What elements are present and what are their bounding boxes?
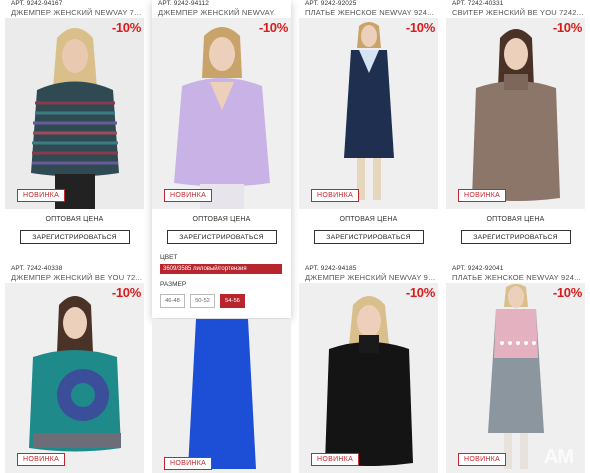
product-name[interactable]: ДЖЕМПЕР ЖЕНСКИЙ NEWVAY bbox=[152, 8, 291, 18]
product-name[interactable]: ПЛАТЬЕ ЖЕНСКОЕ NEWVAY 924... bbox=[299, 8, 438, 18]
article-number: АРТ. 9242-92041 bbox=[452, 265, 504, 272]
size-option-selected[interactable]: 54-56 bbox=[220, 294, 245, 308]
new-badge: НОВИНКА bbox=[311, 453, 360, 466]
discount-label: -10% bbox=[111, 20, 141, 35]
discount-label: -10% bbox=[552, 20, 582, 35]
article-number: АРТ. 7242-40331 bbox=[452, 0, 504, 7]
product-name[interactable]: ПЛАТЬЕ ЖЕНСКОЕ NEWVAY 924... bbox=[446, 273, 585, 283]
new-badge: НОВИНКА bbox=[164, 457, 213, 470]
register-button[interactable]: ЗАРЕГИСТРИРОВАТЬСЯ bbox=[19, 230, 130, 244]
discount-label: -10% bbox=[405, 285, 435, 300]
product-card[interactable]: АРТ. 9242-94112 ДЖЕМПЕР ЖЕНСКИЙ NEWVAY -… bbox=[152, 0, 291, 318]
register-button[interactable]: ЗАРЕГИСТРИРОВАТЬСЯ bbox=[166, 230, 277, 244]
wholesale-price-label: ОПТОВАЯ ЦЕНА bbox=[339, 216, 398, 223]
product-card[interactable]: АРТ. 9242-92041 ПЛАТЬЕ ЖЕНСКОЕ NEWVAY 92… bbox=[446, 265, 585, 473]
article-number: АРТ. 9242-94112 bbox=[158, 0, 209, 7]
product-name[interactable]: ДЖЕМПЕР ЖЕНСКИЙ NEWVAY 72... bbox=[5, 8, 144, 18]
size-option[interactable]: 50-52 bbox=[190, 294, 215, 308]
new-badge: НОВИНКА bbox=[311, 189, 360, 202]
product-photo[interactable]: -10% НОВИНКА bbox=[152, 18, 291, 209]
size-label: РАЗМЕР bbox=[160, 281, 187, 288]
watermark-logo: AM bbox=[543, 446, 574, 468]
article-number: АРТ. 7242-40338 bbox=[11, 265, 63, 272]
article-number: АРТ. 9242-94185 bbox=[305, 265, 357, 272]
new-badge: НОВИНКА bbox=[164, 189, 213, 202]
article-number: АРТ. 9242-94167 bbox=[11, 0, 63, 7]
new-badge: НОВИНКА bbox=[458, 189, 507, 202]
product-card[interactable]: АРТ. 9242-94185 ДЖЕМПЕР ЖЕНСКИЙ NEWVAY 9… bbox=[299, 265, 438, 473]
discount-label: -10% bbox=[552, 285, 582, 300]
product-photo[interactable]: НОВИНКА bbox=[152, 319, 291, 473]
product-name[interactable]: СВИТЕР ЖЕНСКИЙ BE YOU 7242... bbox=[446, 8, 585, 18]
product-photo[interactable]: -10% НОВИНКА bbox=[5, 283, 144, 473]
product-name[interactable]: ДЖЕМПЕР ЖЕНСКИЙ BE YOU 72... bbox=[5, 273, 144, 283]
variant-panel: ЦВЕТ 3609/3585 лиловый/гортензия РАЗМЕР … bbox=[152, 244, 291, 318]
discount-label: -10% bbox=[258, 20, 288, 35]
product-card[interactable]: АРТ. 9242-92025 ПЛАТЬЕ ЖЕНСКОЕ NEWVAY 92… bbox=[299, 0, 438, 244]
catalog-page: { "products": [ {"art":"АРТ. 9242-94167"… bbox=[0, 0, 590, 473]
wholesale-price-label: ОПТОВАЯ ЦЕНА bbox=[45, 216, 104, 223]
size-option[interactable]: 46-48 bbox=[160, 294, 185, 308]
register-button[interactable]: ЗАРЕГИСТРИРОВАТЬСЯ bbox=[460, 230, 571, 244]
discount-label: -10% bbox=[405, 20, 435, 35]
product-card[interactable]: АРТ. 9242-94167 ДЖЕМПЕР ЖЕНСКИЙ NEWVAY 7… bbox=[5, 0, 144, 244]
color-label: ЦВЕТ bbox=[160, 254, 178, 261]
new-badge: НОВИНКА bbox=[17, 189, 66, 202]
new-badge: НОВИНКА bbox=[458, 453, 507, 466]
product-card[interactable]: НОВИНКА bbox=[152, 319, 291, 473]
product-photo[interactable]: -10% НОВИНКА AM bbox=[446, 283, 585, 473]
product-photo[interactable]: -10% НОВИНКА bbox=[5, 18, 144, 209]
product-photo[interactable]: -10% НОВИНКА bbox=[299, 283, 438, 473]
size-options: 46-48 50-52 54-56 bbox=[160, 294, 283, 308]
product-photo[interactable]: -10% НОВИНКА bbox=[446, 18, 585, 209]
wholesale-price-label: ОПТОВАЯ ЦЕНА bbox=[192, 216, 251, 223]
article-number: АРТ. 9242-92025 bbox=[305, 0, 357, 7]
color-option[interactable]: 3609/3585 лиловый/гортензия bbox=[160, 264, 282, 274]
product-photo[interactable]: -10% НОВИНКА bbox=[299, 18, 438, 209]
discount-label: -10% bbox=[111, 285, 141, 300]
register-button[interactable]: ЗАРЕГИСТРИРОВАТЬСЯ bbox=[313, 230, 424, 244]
product-card[interactable]: АРТ. 7242-40331 СВИТЕР ЖЕНСКИЙ BE YOU 72… bbox=[446, 0, 585, 244]
product-card[interactable]: АРТ. 7242-40338 ДЖЕМПЕР ЖЕНСКИЙ BE YOU 7… bbox=[5, 265, 144, 473]
wholesale-price-label: ОПТОВАЯ ЦЕНА bbox=[486, 216, 545, 223]
new-badge: НОВИНКА bbox=[17, 453, 66, 466]
product-name[interactable]: ДЖЕМПЕР ЖЕНСКИЙ NEWVAY 924... bbox=[299, 273, 438, 283]
